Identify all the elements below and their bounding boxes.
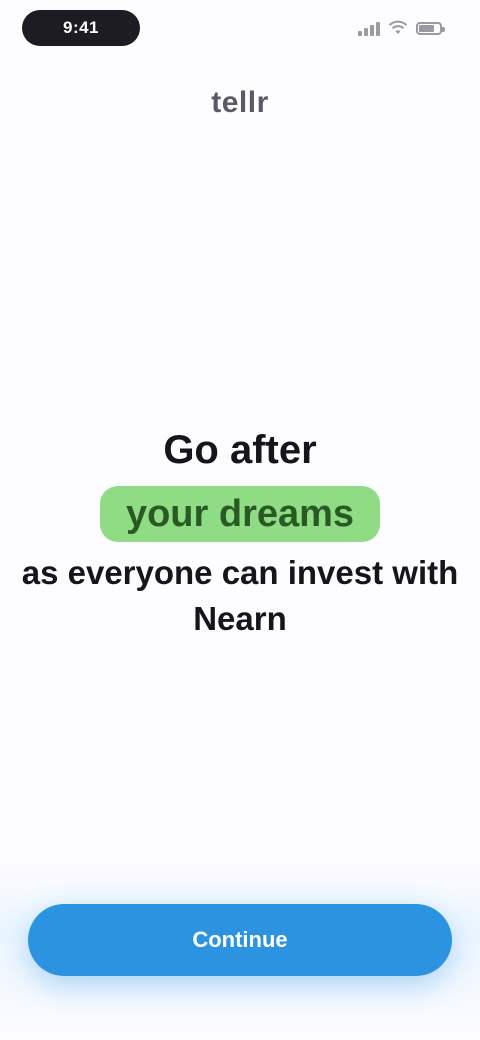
hero-line-1: Go after [163, 428, 317, 472]
status-icons [358, 18, 445, 38]
continue-button[interactable]: Continue [28, 904, 452, 976]
wifi-icon [388, 20, 408, 34]
battery-fill [419, 24, 435, 32]
hero-line-3: as everyone can invest with Nearn [21, 554, 459, 637]
app-title: tellr [211, 86, 269, 119]
hero-highlight: your dreams [99, 486, 381, 542]
hero-message: Go after your dreams as everyone can inv… [20, 420, 460, 642]
signal-icon [358, 20, 380, 36]
status-bar: 9:41 [0, 0, 480, 64]
status-time: 9:41 [22, 10, 140, 46]
battery-icon [416, 21, 445, 35]
